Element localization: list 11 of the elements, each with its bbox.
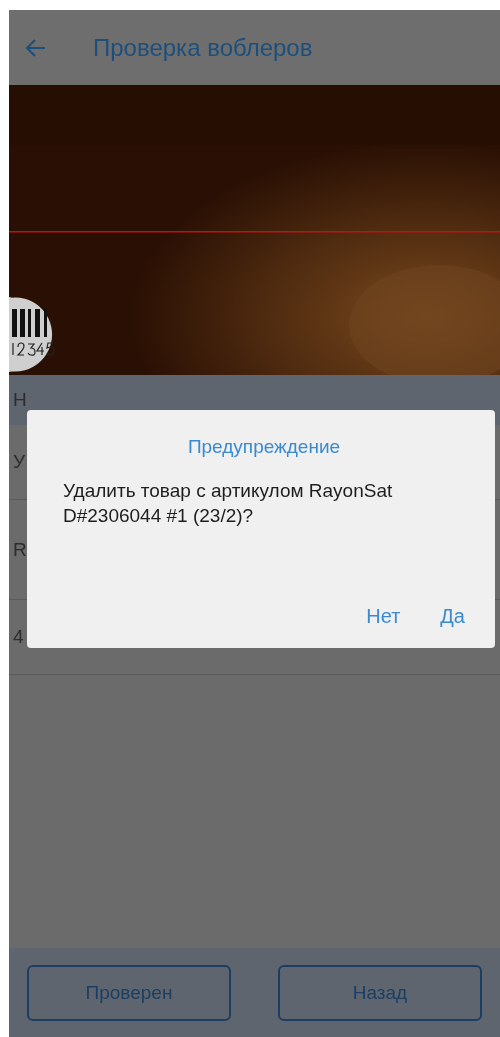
dialog-title: Предупреждение bbox=[187, 436, 341, 458]
list-header-text: Н bbox=[13, 389, 27, 411]
dialog-button[interactable]: Нет bbox=[366, 601, 401, 632]
dialog-message: Удалить товар с артикулом RayonSat D#2306044 #1 (23/2)? bbox=[63, 479, 394, 528]
list-row-text: R bbox=[13, 538, 27, 561]
outlined-button[interactable]: Назад bbox=[278, 964, 482, 1021]
outlined-button[interactable]: Проверен bbox=[27, 964, 231, 1021]
list-row-text: 4 bbox=[13, 626, 24, 648]
dialog-button[interactable]: Да bbox=[440, 601, 465, 632]
screen-title: Проверка воблеров bbox=[93, 33, 313, 62]
list-row-text: У bbox=[13, 451, 26, 473]
